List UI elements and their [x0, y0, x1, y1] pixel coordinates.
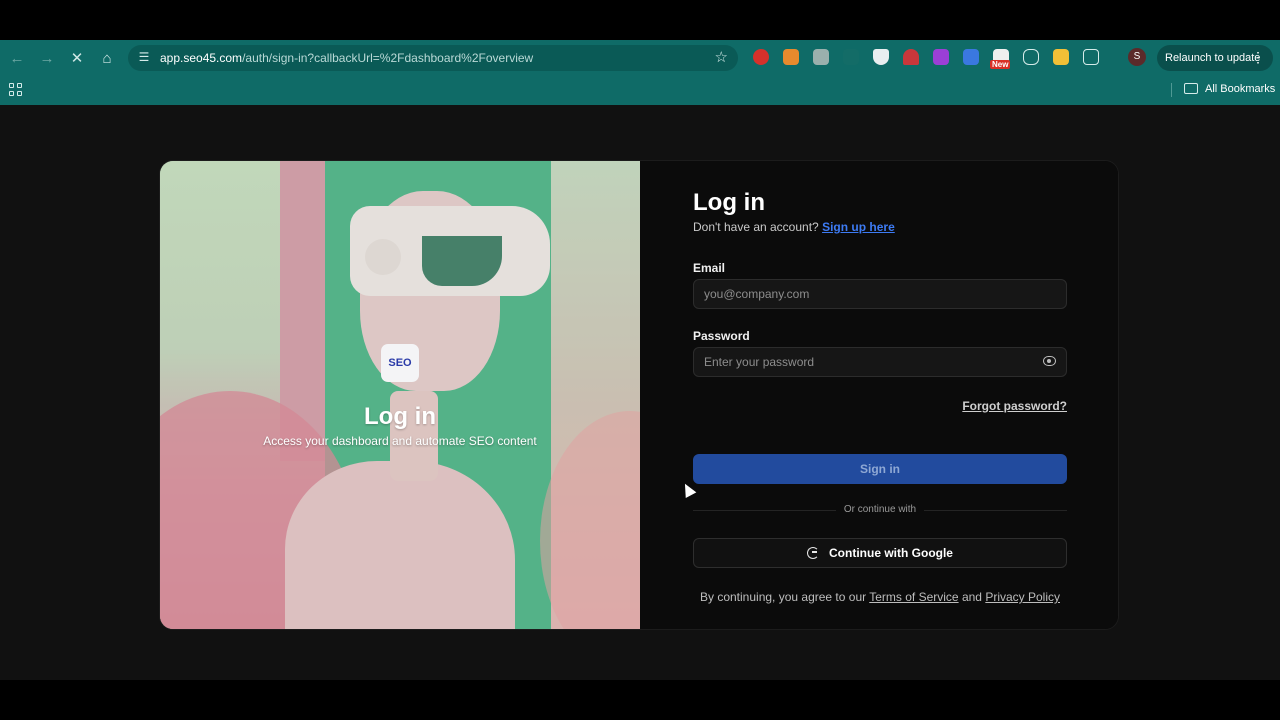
no-account-text: Don't have an account? [693, 220, 819, 234]
password-field[interactable] [693, 347, 1067, 377]
password-input[interactable] [704, 354, 1034, 370]
bookmarks-bar: All Bookmarks [0, 75, 1280, 105]
signup-prompt: Don't have an account? Sign up here [693, 220, 895, 234]
extension-w-icon[interactable] [963, 49, 979, 65]
continue-with-google-button[interactable]: Continue with Google [693, 538, 1067, 568]
terms-of-service-link[interactable]: Terms of Service [869, 590, 958, 604]
address-bar[interactable]: ☰ app.seo45.com/auth/sign-in?callbackUrl… [128, 45, 738, 71]
terms-prefix: By continuing, you agree to our [700, 590, 867, 604]
relaunch-button[interactable]: Relaunch to update ⋮ [1157, 45, 1273, 71]
password-label: Password [693, 329, 750, 343]
extension-yellow-icon[interactable] [1053, 49, 1069, 65]
page-title: Log in [693, 189, 765, 216]
google-icon [807, 547, 819, 559]
url-host: app.seo45.com [160, 51, 243, 65]
apps-grid-icon[interactable] [9, 83, 22, 96]
extension-shield-red-icon[interactable] [753, 49, 769, 65]
page-background: SEO Log in Access your dashboard and aut… [0, 105, 1280, 680]
more-menu-icon[interactable]: ⋮ [1251, 49, 1265, 65]
browser-toolbar: ← → ✕ ⌂ ☰ app.seo45.com/auth/sign-in?cal… [0, 40, 1280, 75]
extensions-puzzle-icon[interactable] [1083, 49, 1099, 65]
hero-subtitle: Access your dashboard and automate SEO c… [263, 434, 537, 448]
new-badge: New [990, 60, 1011, 69]
extension-hidden-icon[interactable] [843, 49, 859, 65]
hero-title: Log in [364, 403, 436, 430]
back-arrow-icon[interactable]: ← [6, 47, 28, 69]
email-label: Email [693, 261, 726, 275]
sign-in-button[interactable]: Sign in [693, 454, 1067, 484]
extension-grey-icon[interactable] [813, 49, 829, 65]
extension-red-mountain-icon[interactable] [903, 49, 919, 65]
url-path: /auth/sign-in?callbackUrl=%2Fdashboard%2… [242, 51, 534, 65]
terms-notice: By continuing, you agree to our Terms of… [640, 590, 1118, 604]
divider-label: Or continue with [835, 504, 925, 515]
extension-metamask-icon[interactable] [783, 49, 799, 65]
login-card: SEO Log in Access your dashboard and aut… [159, 160, 1119, 630]
address-url[interactable]: app.seo45.com/auth/sign-in?callbackUrl=%… [160, 51, 533, 65]
all-bookmarks-link[interactable]: All Bookmarks [1205, 83, 1275, 95]
email-field[interactable] [693, 279, 1067, 309]
extension-shield-icon[interactable] [873, 49, 889, 65]
folder-icon[interactable] [1184, 83, 1198, 94]
letterbox-top [0, 0, 1280, 40]
terms-and: and [961, 590, 982, 604]
forward-arrow-icon[interactable]: → [36, 47, 58, 69]
stop-loading-icon[interactable]: ✕ [66, 47, 88, 69]
relaunch-label: Relaunch to update [1165, 52, 1261, 64]
profile-avatar[interactable]: S [1128, 48, 1146, 66]
privacy-policy-link[interactable]: Privacy Policy [985, 590, 1060, 604]
site-info-icon[interactable]: ☰ [137, 50, 151, 64]
forgot-password-link[interactable]: Forgot password? [962, 399, 1067, 413]
browser-chrome: ← → ✕ ⌂ ☰ app.seo45.com/auth/sign-in?cal… [0, 40, 1280, 105]
bookmarks-separator [1171, 83, 1172, 97]
seo-logo: SEO [381, 344, 419, 382]
home-icon[interactable]: ⌂ [96, 47, 118, 69]
bookmark-star-icon[interactable]: ☆ [715, 48, 728, 66]
show-password-eye-icon[interactable] [1043, 356, 1056, 366]
google-button-label: Continue with Google [829, 546, 953, 560]
letterbox-bottom [0, 680, 1280, 720]
login-form: Log in Don't have an account? Sign up he… [640, 161, 1118, 629]
extension-reader-icon[interactable] [1023, 49, 1039, 65]
extension-download-icon[interactable] [933, 49, 949, 65]
divider-label-wrap: Or continue with [640, 504, 1118, 515]
hero-image: SEO Log in Access your dashboard and aut… [160, 161, 640, 629]
email-input[interactable] [704, 286, 1034, 302]
signup-link[interactable]: Sign up here [822, 220, 895, 234]
